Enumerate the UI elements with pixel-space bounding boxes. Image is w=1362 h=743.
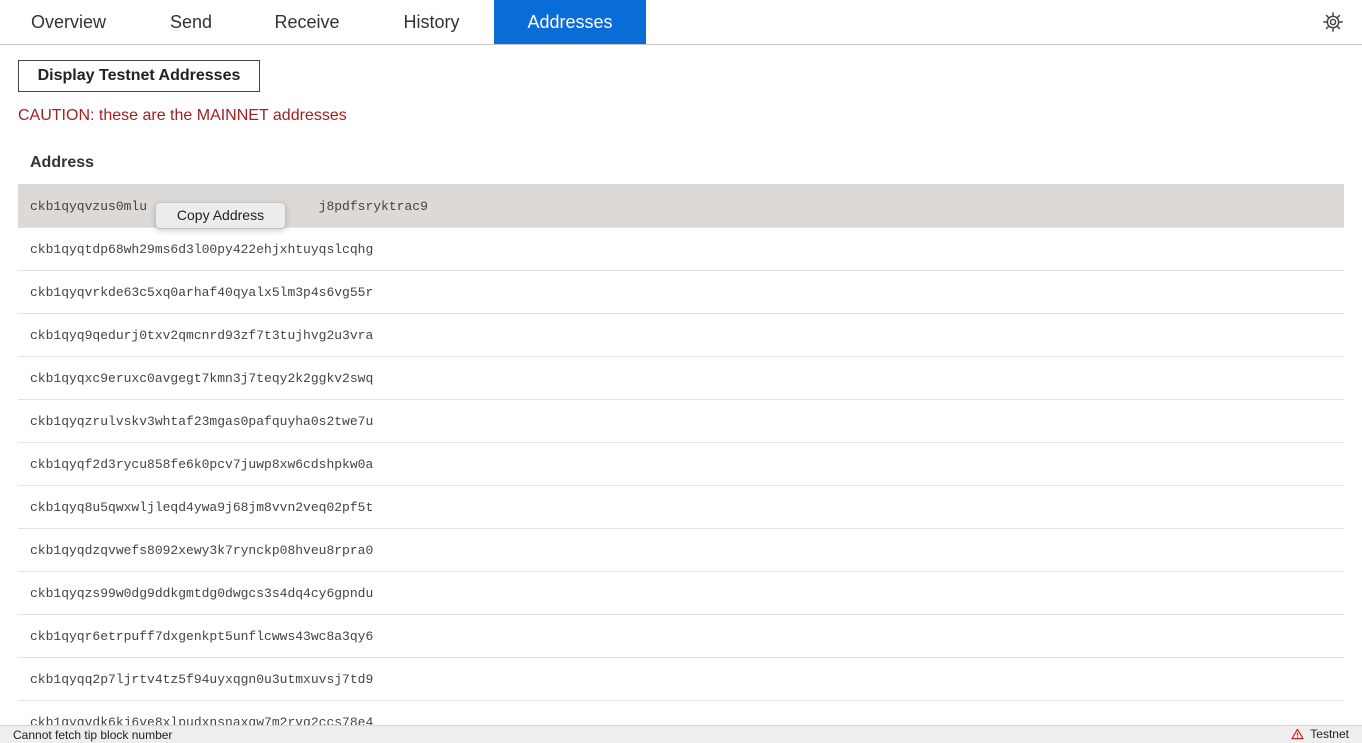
tab-addresses[interactable]: Addresses (494, 0, 646, 44)
context-menu-copy-address[interactable]: Copy Address (155, 202, 286, 229)
address-row[interactable]: ckb1qyq9qedurj0txv2qmcnrd93zf7t3tujhvg2u… (18, 313, 1344, 356)
gear-icon[interactable] (1322, 11, 1344, 33)
address-row[interactable]: ckb1qyqxc9eruxc0avgegt7kmn3j7teqy2k2ggkv… (18, 356, 1344, 399)
address-row[interactable]: ckb1qyqvdk6kj6ve8xlpudxnsnaxqw7m2rvq2ccs… (18, 700, 1344, 725)
address-row[interactable]: ckb1qyqzrulvskv3whtaf23mgas0pafquyha0s2t… (18, 399, 1344, 442)
status-bar: Cannot fetch tip block number Testnet (0, 725, 1362, 743)
display-testnet-addresses-button[interactable]: Display Testnet Addresses (18, 60, 260, 92)
address-row[interactable]: ckb1qyqr6etrpuff7dxgenkpt5unflcwws43wc8a… (18, 614, 1344, 657)
address-row[interactable]: ckb1qyqq2p7ljrtv4tz5f94uyxqgn0u3utmxuvsj… (18, 657, 1344, 700)
address-row[interactable]: ckb1qyqvrkde63c5xq0arhaf40qyalx5lm3p4s6v… (18, 270, 1344, 313)
address-column-header: Address (30, 154, 95, 171)
address-row[interactable]: ckb1qyqdzqvwefs8092xewy3k7rynckp08hveu8r… (18, 528, 1344, 571)
top-nav-bar: Overview Send Receive History Addresses (0, 0, 1362, 45)
tab-overview[interactable]: Overview (0, 0, 137, 44)
warning-icon (1291, 728, 1304, 740)
network-label: Testnet (1310, 727, 1349, 741)
tab-receive[interactable]: Receive (245, 0, 369, 44)
address-row[interactable]: ckb1qyq8u5qwxwljleqd4ywa9j68jm8vvn2veq02… (18, 485, 1344, 528)
status-message: Cannot fetch tip block number (13, 728, 173, 742)
network-indicator[interactable]: Testnet (1291, 727, 1349, 741)
address-row[interactable]: ckb1qyqf2d3rycu858fe6k0pcv7juwp8xw6cdshp… (18, 442, 1344, 485)
tab-send[interactable]: Send (137, 0, 245, 44)
tab-history[interactable]: History (369, 0, 494, 44)
address-row[interactable]: ckb1qyqzs99w0dg9ddkgmtdg0dwgcs3s4dq4cy6g… (18, 571, 1344, 614)
mainnet-caution-text: CAUTION: these are the MAINNET addresses (18, 107, 347, 124)
address-row[interactable]: ckb1qyqtdp68wh29ms6d3l00py422ehjxhtuyqsl… (18, 227, 1344, 270)
